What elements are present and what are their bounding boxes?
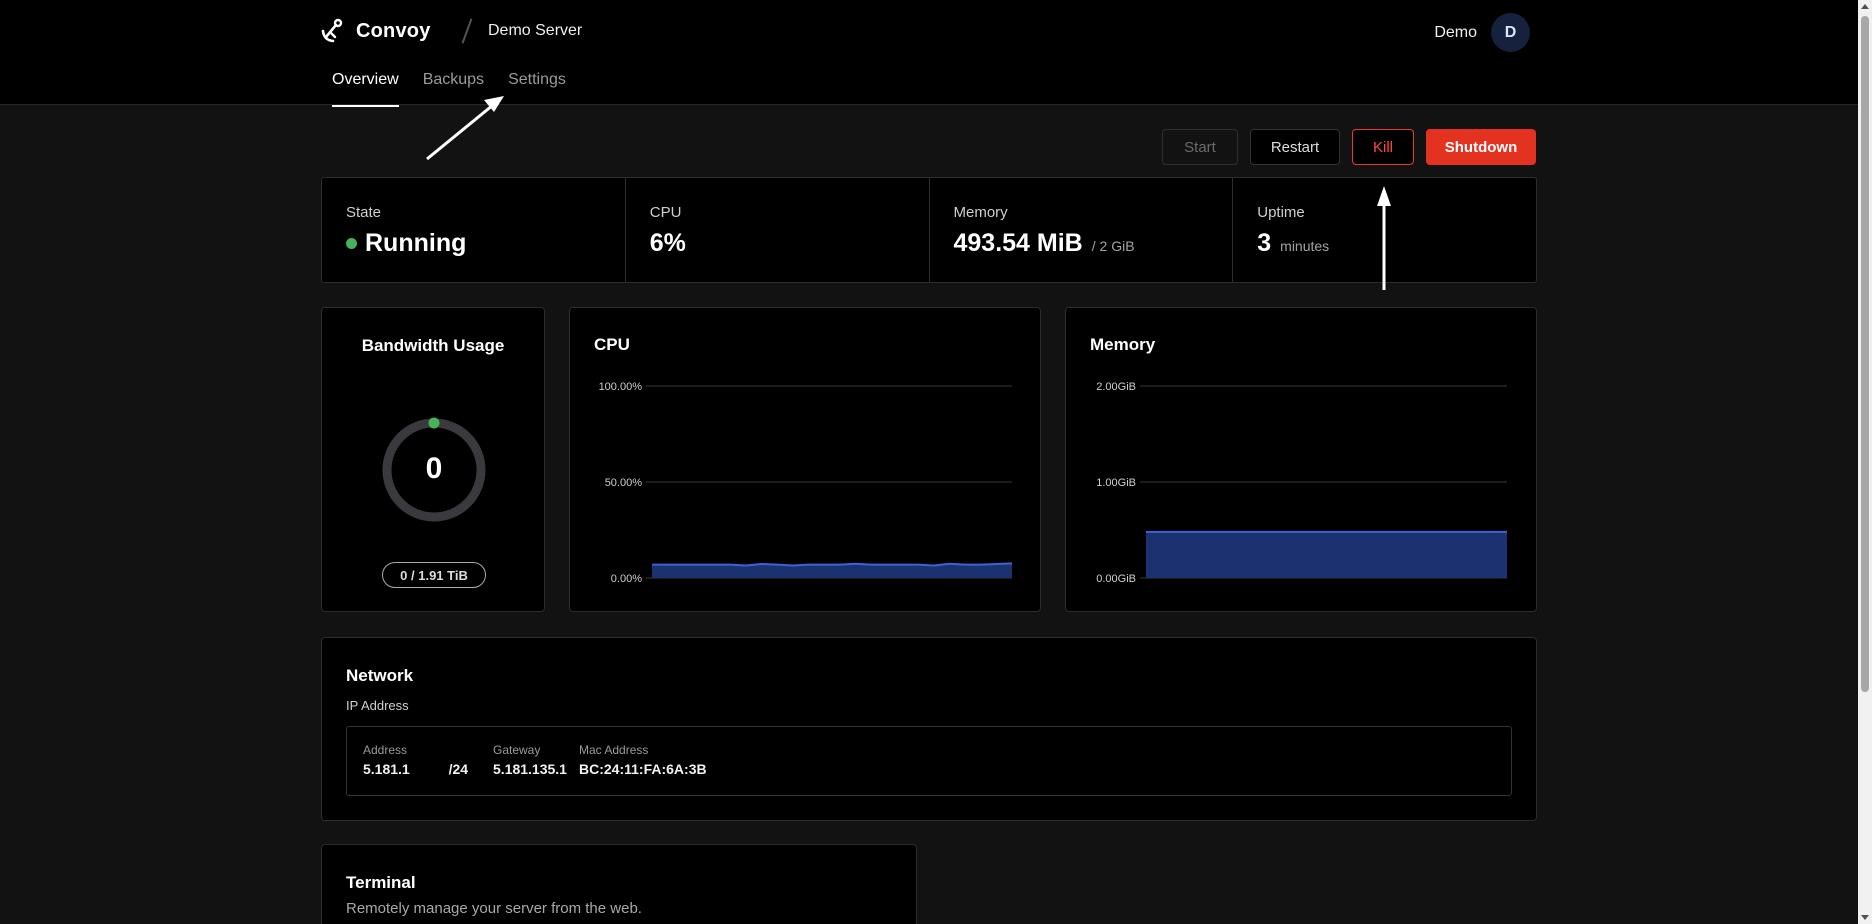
memory-tick-0: 0.00GiB (1096, 573, 1136, 585)
terminal-card[interactable]: Terminal Remotely manage your server fro… (321, 844, 917, 924)
start-button[interactable]: Start (1162, 129, 1238, 165)
stat-cpu-label: CPU (649, 204, 682, 221)
memory-tick-2: 2.00GiB (1096, 381, 1136, 393)
cpu-chart-card: CPU 100.00% 50.00% 0.00% (569, 307, 1041, 612)
server-name[interactable]: Demo Server (488, 22, 582, 40)
shutdown-button[interactable]: Shutdown (1426, 129, 1536, 165)
bandwidth-value: 0 (425, 452, 443, 485)
terminal-subtitle: Remotely manage your server from the web… (346, 900, 642, 917)
user-menu[interactable]: Demo D (1434, 13, 1530, 52)
power-actions: Start Restart Kill Shutdown (1162, 129, 1536, 165)
cpu-tick-0: 0.00% (611, 573, 642, 585)
scroll-up-arrow-icon[interactable] (1861, 4, 1869, 9)
stat-state-label: State (346, 204, 382, 221)
bandwidth-title: Bandwidth Usage (361, 336, 505, 355)
stat-uptime: Uptime 3 minutes (1233, 178, 1536, 282)
mac-value: BC:24:11:FA:6A:3B (579, 761, 707, 777)
server-tabs: Overview Backups Settings (332, 71, 590, 107)
stat-state: State Running (322, 178, 626, 282)
scroll-down-arrow-icon[interactable] (1861, 915, 1869, 920)
annotation-arrow-settings (426, 103, 494, 161)
scrollbar-thumb[interactable] (1861, 16, 1869, 692)
address-label: Address (363, 743, 408, 757)
bandwidth-card: Bandwidth Usage 0 0 / 1.91 TiB (321, 307, 545, 612)
cpu-chart: 100.00% 50.00% 0.00% (599, 381, 1013, 585)
stat-state-value: Running (365, 229, 467, 257)
gateway-column: Gateway 5.181.135.1 (493, 743, 567, 777)
stat-memory-limit: / 2 GiB (1091, 238, 1135, 254)
memory-tick-1: 1.00GiB (1096, 477, 1136, 489)
top-navigation-bar: Convoy Demo Server Demo D Overview Backu… (0, 0, 1858, 107)
page-scrollbar[interactable] (1858, 0, 1872, 924)
stat-cpu-value: 6% (649, 229, 686, 257)
stat-memory-value: 493.54 MiB (953, 229, 1083, 257)
cpu-tick-100: 100.00% (599, 381, 643, 393)
brand-name: Convoy (356, 19, 431, 42)
kill-button[interactable]: Kill (1352, 129, 1414, 165)
address-column: Address 5.181.1 /24 (363, 743, 468, 777)
stat-uptime-label: Uptime (1257, 204, 1305, 221)
cpu-series-line (652, 562, 1013, 567)
brand[interactable]: Convoy (320, 18, 431, 44)
gateway-value: 5.181.135.1 (493, 761, 567, 777)
stat-uptime-unit: minutes (1280, 238, 1330, 254)
restart-button[interactable]: Restart (1250, 129, 1340, 165)
breadcrumb-separator (461, 18, 473, 44)
mac-column: Mac Address BC:24:11:FA:6A:3B (579, 743, 707, 777)
network-subtitle: IP Address (346, 698, 409, 713)
network-card: Network IP Address Address 5.181.1 /24 G… (321, 637, 1537, 821)
network-title: Network (346, 666, 414, 685)
avatar[interactable]: D (1491, 13, 1530, 52)
ip-address-row: Address 5.181.1 /24 Gateway 5.181.135.1 … (346, 726, 1512, 796)
server-stats: State Running CPU 6% Memory 493.54 MiB /… (321, 177, 1537, 283)
memory-series-area (1146, 531, 1507, 578)
stat-memory: Memory 493.54 MiB / 2 GiB (930, 178, 1234, 282)
gauge-indicator (428, 417, 440, 429)
terminal-title: Terminal (346, 873, 416, 892)
tab-backups[interactable]: Backups (423, 71, 484, 107)
tab-overview[interactable]: Overview (332, 71, 399, 107)
memory-chart-card: Memory 2.00GiB 1.00GiB 0.00GiB (1065, 307, 1537, 612)
anchor-logo-icon (321, 18, 343, 43)
cpu-tick-50: 50.00% (605, 477, 643, 489)
stat-memory-label: Memory (953, 204, 1008, 221)
tab-settings[interactable]: Settings (508, 71, 566, 107)
memory-chart: 2.00GiB 1.00GiB 0.00GiB (1096, 381, 1508, 585)
gateway-label: Gateway (493, 743, 541, 757)
mac-label: Mac Address (579, 743, 649, 757)
stat-uptime-value: 3 (1257, 229, 1272, 257)
user-name: Demo (1434, 23, 1477, 41)
status-dot-icon (346, 238, 357, 249)
bandwidth-usage-badge: 0 / 1.91 TiB (382, 562, 486, 588)
address-value: 5.181.1 /24 (363, 761, 469, 777)
stat-cpu: CPU 6% (626, 178, 930, 282)
